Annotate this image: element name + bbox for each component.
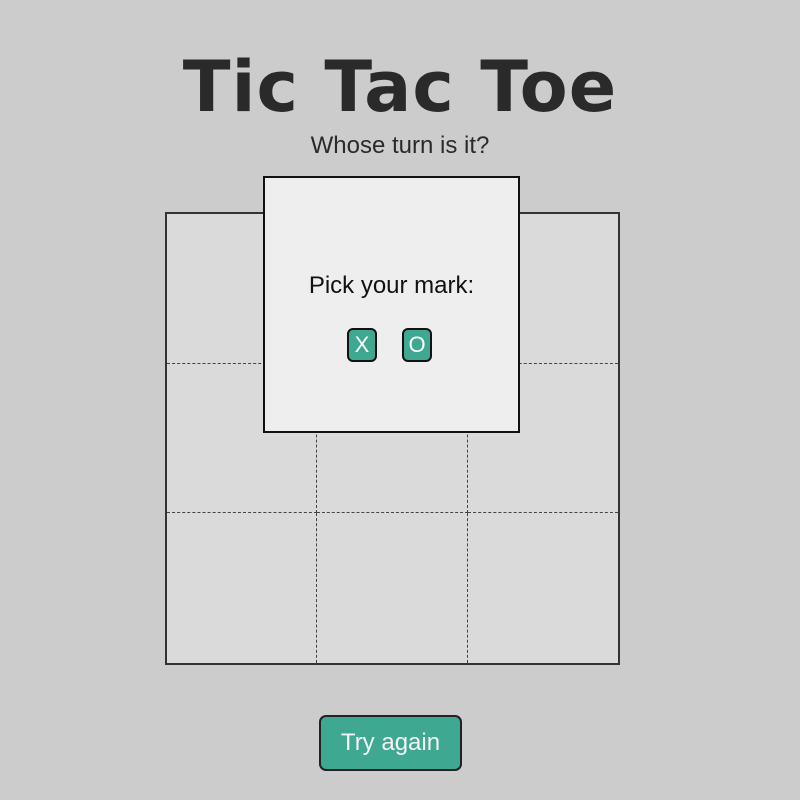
pick-mark-label: Pick your mark: [308, 272, 475, 299]
pick-o-button[interactable]: O [402, 328, 432, 362]
game-title: Tic Tac Toe [182, 45, 618, 128]
turn-status: Whose turn is it? [310, 132, 490, 159]
board-cell[interactable] [167, 513, 318, 663]
try-again-button[interactable]: Try again [319, 715, 462, 771]
pick-x-button[interactable]: X [347, 328, 377, 362]
pick-mark-dialog: Pick your mark: X O [263, 176, 520, 433]
board-cell[interactable] [468, 513, 618, 663]
board-cell[interactable] [317, 513, 468, 663]
